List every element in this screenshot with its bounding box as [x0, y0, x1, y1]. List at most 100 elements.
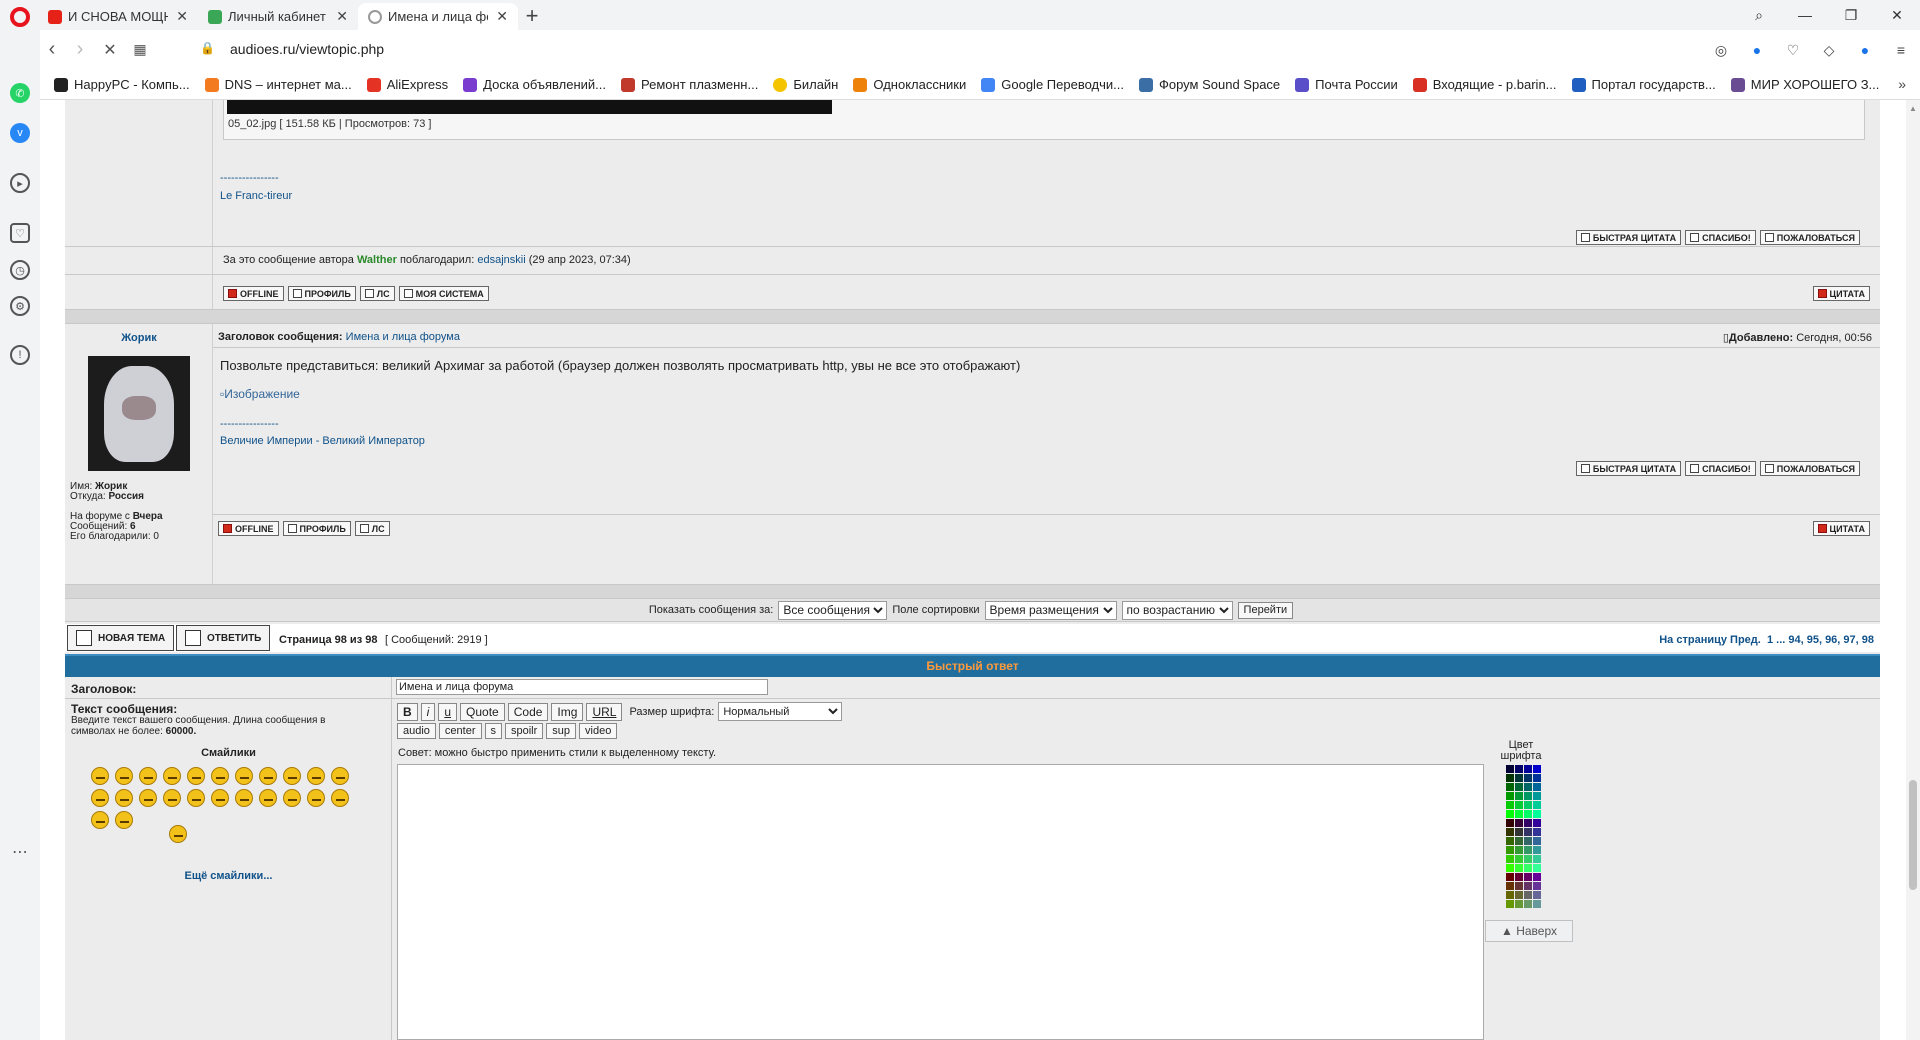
color-swatch[interactable] [1524, 873, 1532, 881]
color-swatch[interactable] [1515, 819, 1523, 827]
color-swatch[interactable] [1506, 801, 1514, 809]
whatsapp-icon[interactable]: ✆ [10, 83, 30, 103]
message-textarea[interactable] [397, 764, 1484, 1040]
tab-forum[interactable]: Имена и лица форума Фо... ✕ [358, 3, 518, 30]
show-posts-select[interactable]: Все сообщения [778, 600, 888, 620]
smiley-icon[interactable] [235, 789, 253, 807]
italic-button[interactable]: i [420, 702, 436, 721]
color-swatch[interactable] [1515, 810, 1523, 818]
color-swatch[interactable] [1506, 864, 1514, 872]
player-icon[interactable]: ▸ [10, 173, 30, 193]
spoiler-tag-button[interactable]: spoilr [505, 723, 544, 739]
search-tabs-icon[interactable]: ⌕ [1736, 0, 1782, 30]
smiley-icon[interactable] [139, 767, 157, 785]
smiley-icon[interactable] [259, 767, 277, 785]
avatar[interactable] [88, 356, 190, 471]
color-swatch[interactable] [1506, 819, 1514, 827]
subject-input[interactable] [396, 679, 768, 695]
color-swatch[interactable] [1533, 891, 1541, 899]
smiley-icon[interactable] [187, 767, 205, 785]
smiley-icon[interactable] [283, 789, 301, 807]
url-tag-button[interactable]: URL [586, 702, 623, 721]
color-swatch[interactable] [1524, 792, 1532, 800]
attachment-image[interactable] [227, 100, 832, 114]
history-icon[interactable]: ◷ [10, 260, 30, 280]
bookmark-item[interactable]: HappyPC - Компь... [54, 77, 190, 92]
report-button[interactable]: ПОЖАЛОВАТЬСЯ [1759, 461, 1860, 476]
color-swatch[interactable] [1524, 891, 1532, 899]
color-swatch[interactable] [1524, 801, 1532, 809]
new-tab-icon[interactable]: + [520, 3, 544, 29]
bookmark-item[interactable]: Почта России [1295, 77, 1398, 92]
bookmark-item[interactable]: Портал государств... [1571, 77, 1716, 92]
color-swatch[interactable] [1506, 900, 1514, 908]
new-topic-button[interactable]: НОВАЯ ТЕМА [67, 625, 175, 651]
lock-icon[interactable]: 🔒 [200, 41, 215, 55]
forward-icon[interactable]: › [68, 38, 92, 61]
color-swatch[interactable] [1533, 765, 1541, 773]
smiley-icon[interactable] [91, 811, 109, 829]
tab-youtube[interactable]: И СНОВА МОЩНЫЙ П... ✕ [38, 3, 198, 30]
color-swatch[interactable] [1506, 792, 1514, 800]
color-swatch[interactable] [1533, 855, 1541, 863]
tips-icon[interactable]: ! [10, 345, 30, 365]
color-swatch[interactable] [1533, 882, 1541, 890]
back-icon[interactable]: ‹ [40, 38, 64, 61]
sort-order-select[interactable]: по возрастанию [1121, 600, 1233, 620]
color-swatch[interactable] [1524, 765, 1532, 773]
color-swatch[interactable] [1524, 774, 1532, 782]
strike-tag-button[interactable]: s [484, 723, 502, 739]
color-swatch[interactable] [1506, 837, 1514, 845]
color-swatch[interactable] [1515, 882, 1523, 890]
color-swatch[interactable] [1524, 837, 1532, 845]
color-swatch[interactable] [1533, 846, 1541, 854]
tab-account[interactable]: Личный кабинет - Мои о... ✕ [198, 3, 358, 30]
color-palette[interactable] [1506, 765, 1541, 908]
color-swatch[interactable] [1515, 891, 1523, 899]
more-icon[interactable]: ⋯ [10, 842, 30, 862]
smiley-icon[interactable] [331, 789, 349, 807]
bookmark-item[interactable]: DNS – интернет ма... [204, 77, 352, 92]
color-swatch[interactable] [1533, 810, 1541, 818]
color-swatch[interactable] [1533, 828, 1541, 836]
smiley-icon[interactable] [187, 789, 205, 807]
chevron-more-icon[interactable]: » [1898, 76, 1906, 92]
smiley-icon[interactable] [211, 789, 229, 807]
smiley-icon[interactable] [211, 767, 229, 785]
color-swatch[interactable] [1506, 873, 1514, 881]
settings-icon[interactable]: ⚙ [10, 296, 30, 316]
color-swatch[interactable] [1506, 846, 1514, 854]
color-swatch[interactable] [1533, 873, 1541, 881]
smiley-icon[interactable] [91, 789, 109, 807]
pm-button[interactable]: ЛС [354, 521, 390, 536]
camera-icon[interactable]: ◎ [1710, 39, 1732, 61]
broken-image[interactable]: ▫Изображение [220, 387, 300, 401]
color-swatch[interactable] [1515, 774, 1523, 782]
color-swatch[interactable] [1506, 855, 1514, 863]
bookmark-item[interactable]: Билайн [773, 77, 838, 92]
post-author-name[interactable]: Жорик [65, 332, 213, 344]
close-window-icon[interactable]: ✕ [1874, 0, 1920, 30]
smiley-icon[interactable] [139, 789, 157, 807]
stop-icon[interactable]: ✕ [98, 40, 122, 60]
bookmark-item[interactable]: Google Переводчи... [981, 77, 1124, 92]
color-swatch[interactable] [1533, 837, 1541, 845]
quote-button[interactable]: ЦИТАТА [1812, 286, 1870, 301]
video-tag-button[interactable]: video [579, 723, 618, 739]
report-button[interactable]: ПОЖАЛОВАТЬСЯ [1759, 230, 1860, 245]
page-scrollbar[interactable]: ▲ [1906, 100, 1920, 1040]
prev-link[interactable]: Пред. [1730, 634, 1761, 646]
profile-icon[interactable]: ● [1854, 39, 1876, 61]
color-swatch[interactable] [1515, 846, 1523, 854]
color-swatch[interactable] [1533, 783, 1541, 791]
color-swatch[interactable] [1506, 828, 1514, 836]
color-swatch[interactable] [1515, 837, 1523, 845]
bookmark-item[interactable]: МИР ХОРОШЕГО З... [1730, 77, 1879, 92]
close-tab-icon[interactable]: ✕ [336, 8, 348, 25]
color-swatch[interactable] [1515, 783, 1523, 791]
color-swatch[interactable] [1506, 891, 1514, 899]
pm-button[interactable]: ЛС [359, 286, 395, 301]
page-numbers[interactable]: 1 ... 94, 95, 96, 97, 98 [1767, 634, 1874, 646]
thanks-author[interactable]: Walther [357, 254, 397, 266]
smiley-icon[interactable] [283, 767, 301, 785]
